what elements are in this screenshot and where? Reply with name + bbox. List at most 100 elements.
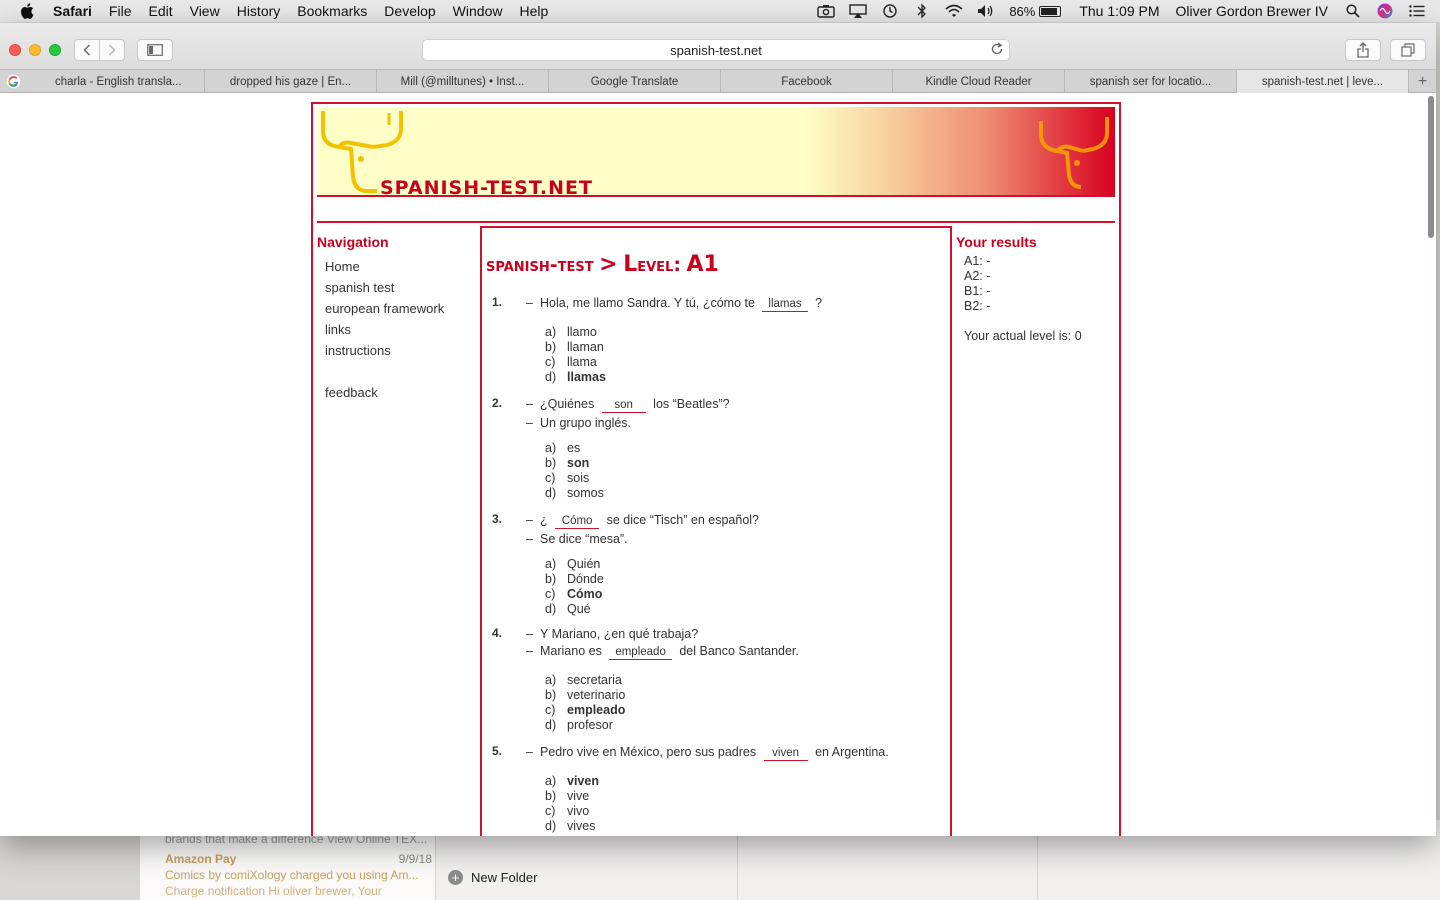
new-tab-button[interactable]: + [1409, 70, 1436, 93]
option-a[interactable]: a) Quién [545, 557, 600, 571]
minimize-window-button[interactable] [29, 44, 41, 56]
tab-title: dropped his gaze | En... [229, 75, 352, 88]
airplay-icon[interactable] [849, 3, 868, 19]
mail-subject[interactable]: Comics by comiXology charged you using A… [165, 868, 418, 882]
answer-blank[interactable]: llamas [762, 297, 808, 312]
bluetooth-icon[interactable] [913, 3, 931, 19]
option-b[interactable]: b) veterinario [545, 688, 625, 702]
wifi-icon[interactable] [945, 3, 963, 19]
option-b[interactable]: b) Dónde [545, 572, 604, 586]
tab-title: Facebook [781, 75, 832, 88]
tab-charla[interactable]: charla - English transla... [0, 70, 205, 93]
menu-window[interactable]: Window [453, 3, 503, 19]
menu-edit[interactable]: Edit [148, 3, 172, 19]
result-a1: A1: - [964, 254, 991, 268]
option-a-correct[interactable]: a) viven [545, 774, 599, 788]
forward-button[interactable] [99, 39, 125, 61]
nav-link-instructions[interactable]: instructions [325, 340, 477, 361]
option-d[interactable]: d) somos [545, 486, 604, 500]
option-a[interactable]: a) llamo [545, 325, 597, 339]
results-heading: Your results [956, 234, 1037, 250]
site-title[interactable]: SPANISH-TEST.NET [380, 177, 593, 199]
option-d-correct[interactable]: d) llamas [545, 370, 606, 384]
option-c-correct[interactable]: c) empleado [545, 703, 625, 717]
menu-file[interactable]: File [109, 3, 132, 19]
navigation-heading: Navigation [317, 234, 389, 250]
question-line: – Y Mariano, ¿en qué trabaja? [526, 627, 699, 641]
photo-booth-icon[interactable] [817, 3, 836, 19]
tab-title: Kindle Cloud Reader [925, 75, 1032, 88]
title-level-initial: L [623, 252, 638, 277]
option-b[interactable]: b) llaman [545, 340, 604, 354]
new-folder-label: New Folder [471, 870, 538, 885]
chevron-left-icon [83, 44, 91, 56]
option-d[interactable]: d) vives [545, 819, 595, 833]
sidebar-toggle-button[interactable] [137, 39, 173, 61]
tab-kindle[interactable]: Kindle Cloud Reader [893, 70, 1065, 93]
nav-link-home[interactable]: Home [325, 256, 477, 277]
battery-percent: 86% [1009, 3, 1036, 19]
share-button[interactable] [1345, 39, 1381, 61]
option-b-correct[interactable]: b) son [545, 456, 589, 470]
menu-develop[interactable]: Develop [384, 3, 435, 19]
tab-title: Mill (@milltunes) • Inst... [400, 75, 525, 88]
title-level-rest: evel: [637, 254, 681, 276]
new-folder-button[interactable]: + New Folder [448, 870, 537, 885]
navigation-panel: Navigation Home spanish test european fr… [317, 234, 477, 403]
menu-bookmarks[interactable]: Bookmarks [297, 3, 367, 19]
nav-link-feedback[interactable]: feedback [325, 382, 477, 403]
mail-sender[interactable]: Amazon Pay [165, 852, 236, 866]
menu-help[interactable]: Help [519, 3, 548, 19]
show-all-tabs-button[interactable] [1390, 39, 1426, 61]
option-d[interactable]: d) profesor [545, 718, 613, 732]
volume-icon[interactable] [977, 3, 995, 19]
spotlight-search-icon[interactable] [1344, 3, 1362, 19]
time-machine-icon[interactable] [881, 3, 899, 19]
question-line: – ¿Quiénes son los “Beatles”? [526, 397, 730, 413]
tab-facebook[interactable]: Facebook [721, 70, 893, 93]
back-button[interactable] [74, 39, 100, 61]
tab-dropped-his-gaze[interactable]: dropped his gaze | En... [205, 70, 377, 93]
fullscreen-window-button[interactable] [49, 44, 61, 56]
battery-status[interactable]: 86% [1009, 3, 1062, 19]
menubar-clock[interactable]: Thu 1:09 PM [1079, 3, 1159, 19]
tab-google-translate[interactable]: Google Translate [549, 70, 721, 93]
apple-menu-icon[interactable] [20, 0, 36, 22]
tab-spanish-ser[interactable]: spanish ser for locatio... [1065, 70, 1237, 93]
answer-blank[interactable]: son [601, 398, 646, 413]
question-line: – Pedro vive en México, pero sus padres v… [526, 745, 889, 761]
option-a[interactable]: a) secretaria [545, 673, 622, 687]
menu-history[interactable]: History [237, 3, 281, 19]
tab-instagram[interactable]: Mill (@milltunes) • Inst... [377, 70, 549, 93]
web-viewport: SPANISH-TEST.NET Navigation Home spanish… [0, 93, 1436, 836]
menubar-user[interactable]: Oliver Gordon Brewer IV [1176, 3, 1329, 19]
title-arrow: > [599, 252, 618, 277]
reload-icon[interactable] [990, 42, 1004, 59]
safari-toolbar: spanish-test.net [0, 23, 1436, 69]
menu-view[interactable]: View [190, 3, 220, 19]
option-c[interactable]: c) vivo [545, 804, 589, 818]
nav-link-european-framework[interactable]: european framework [325, 298, 477, 319]
option-c[interactable]: c) sois [545, 471, 589, 485]
answer-blank[interactable]: empleado [609, 645, 672, 660]
option-b[interactable]: b) vive [545, 789, 589, 803]
answer-blank[interactable]: viven [763, 746, 808, 761]
nav-link-links[interactable]: links [325, 319, 477, 340]
option-d[interactable]: d) Qué [545, 602, 591, 616]
close-window-button[interactable] [9, 44, 21, 56]
nav-link-spanish-test[interactable]: spanish test [325, 277, 477, 298]
address-bar[interactable]: spanish-test.net [422, 39, 1010, 61]
option-c[interactable]: c) llama [545, 355, 597, 369]
tab-spanish-test-active[interactable]: spanish-test.net | leve... [1237, 70, 1409, 93]
macos-menubar: Safari File Edit View History Bookmarks … [0, 0, 1440, 22]
question-line: – ¿ Cómo se dice “Tisch” en español? [526, 513, 760, 529]
option-c-correct[interactable]: c) Cómo [545, 587, 602, 601]
page-scrollbar[interactable] [1428, 96, 1434, 238]
siri-icon[interactable] [1376, 3, 1394, 19]
bull-logo-icon-faded [1039, 117, 1109, 189]
answer-blank[interactable]: Cómo [555, 514, 600, 529]
option-a[interactable]: a) es [545, 441, 580, 455]
tab-title: spanish ser for locatio... [1089, 75, 1212, 88]
notification-center-icon[interactable] [1408, 3, 1426, 19]
menu-app-safari[interactable]: Safari [53, 3, 92, 19]
